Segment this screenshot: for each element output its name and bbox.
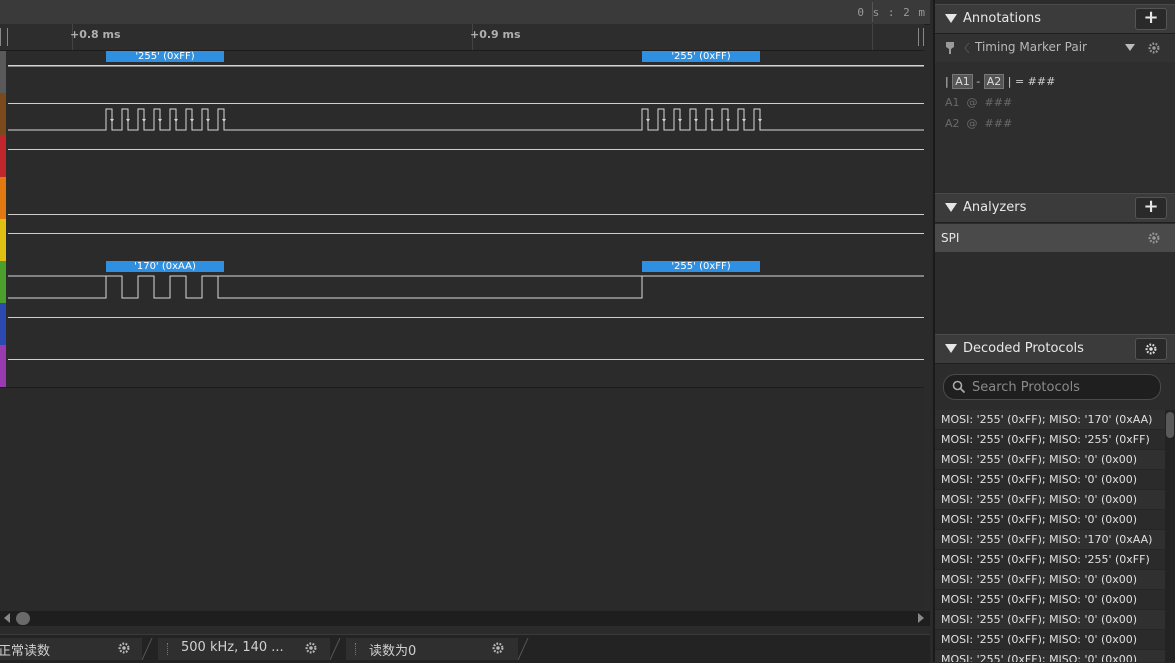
plus-icon: +: [1143, 196, 1159, 217]
collapse-icon[interactable]: [945, 203, 957, 212]
gear-icon: [1145, 343, 1157, 355]
a1-value: ###: [984, 96, 1013, 109]
gear-icon[interactable]: [1147, 41, 1161, 55]
scroll-thumb[interactable]: [16, 612, 30, 625]
decoded-protocols-list[interactable]: MOSI: '255' (0xFF); MISO: '170' (0xAA) MO…: [935, 410, 1165, 662]
grip: [167, 643, 169, 655]
protocol-row[interactable]: MOSI: '255' (0xFF); MISO: '0' (0x00): [935, 630, 1165, 650]
gear-icon[interactable]: [304, 641, 318, 655]
analyzer-label: SPI: [941, 231, 960, 245]
chevron-left-icon: [964, 42, 970, 54]
formula-minus: -: [976, 75, 981, 88]
search-box[interactable]: [943, 374, 1161, 400]
protocol-list-scrollbar[interactable]: [1165, 410, 1175, 662]
scroll-right-icon[interactable]: [918, 613, 924, 623]
analyzer-item-spi[interactable]: SPI: [935, 224, 1175, 252]
gear-icon[interactable]: [491, 641, 505, 655]
gear-icon[interactable]: [1147, 231, 1161, 245]
protocol-row[interactable]: MOSI: '255' (0xFF); MISO: '0' (0x00): [935, 570, 1165, 590]
pin-icon[interactable]: [945, 41, 955, 55]
right-panel: Annotations + Timing Marker Pair | A1 - …: [933, 0, 1175, 662]
protocol-row[interactable]: MOSI: '255' (0xFF); MISO: '0' (0x00): [935, 490, 1165, 510]
a2-at: @: [966, 117, 978, 130]
segment-divider: [518, 638, 536, 660]
protocol-row[interactable]: MOSI: '255' (0xFF); MISO: '0' (0x00): [935, 510, 1165, 530]
status-bar: 正常读数 500 kHz, 140 ... 读数为0: [0, 634, 930, 663]
decoded-protocols-title: Decoded Protocols: [963, 341, 1084, 356]
a1-at: @: [966, 96, 978, 109]
protocol-row[interactable]: MOSI: '255' (0xFF); MISO: '0' (0x00): [935, 590, 1165, 610]
protocol-row[interactable]: MOSI: '255' (0xFF); MISO: '0' (0x00): [935, 610, 1165, 630]
waveform-traces: [8, 65, 924, 299]
marker-a1-chip[interactable]: A1: [952, 74, 973, 89]
protocol-row[interactable]: MOSI: '255' (0xFF); MISO: '255' (0xFF): [935, 550, 1165, 570]
a2-value: ###: [984, 117, 1013, 130]
decoded-protocols-header[interactable]: Decoded Protocols: [935, 334, 1175, 364]
horizontal-scrollbar[interactable]: [0, 611, 930, 626]
empty-area: [0, 388, 924, 611]
marker-a2-chip[interactable]: A2: [983, 74, 1005, 89]
formula-bar: |: [945, 75, 949, 88]
protocol-row[interactable]: MOSI: '255' (0xFF); MISO: '255' (0xFF): [935, 430, 1165, 450]
annotation-body: | A1 - A2 | = ### A1 @ ### A2 @ ###: [935, 62, 1175, 192]
dropdown-icon[interactable]: [1125, 44, 1135, 51]
collapse-icon[interactable]: [945, 14, 957, 23]
grip: [355, 643, 357, 655]
analyzers-title: Analyzers: [963, 200, 1027, 215]
a2-label: A2: [945, 117, 960, 130]
protocol-row[interactable]: MOSI: '255' (0xFF); MISO: '0' (0x00): [935, 470, 1165, 490]
timing-marker-row[interactable]: Timing Marker Pair: [935, 34, 1175, 62]
marker-formula: | A1 - A2 | = ###: [945, 74, 1055, 89]
status-text-1: 正常读数: [0, 644, 51, 659]
marker-a1-row: A1 @ ###: [945, 96, 1012, 109]
scroll-thumb[interactable]: [1166, 412, 1174, 438]
protocol-row[interactable]: MOSI: '255' (0xFF); MISO: '170' (0xAA): [935, 530, 1165, 550]
protocol-row[interactable]: MOSI: '255' (0xFF); MISO: '170' (0xAA): [935, 410, 1165, 430]
annotations-header[interactable]: Annotations +: [935, 4, 1175, 34]
protocol-row[interactable]: MOSI: '255' (0xFF); MISO: '0' (0x00): [935, 450, 1165, 470]
protocol-row[interactable]: MOSI: '255' (0xFF); MISO: '0' (0x00): [935, 650, 1165, 662]
waveform-pane[interactable]: 0 s : 2 m +0.8 ms +0.9 ms '255' (0xFF) '…: [0, 0, 930, 663]
clock-edge-markers: [110, 119, 762, 122]
search-icon: [952, 380, 966, 394]
analyzers-header[interactable]: Analyzers +: [935, 193, 1175, 223]
status-text-2: 500 kHz, 140 ...: [181, 640, 284, 655]
add-analyzer-button[interactable]: +: [1135, 196, 1167, 219]
search-input[interactable]: [970, 377, 1154, 397]
plus-icon: +: [1143, 7, 1159, 28]
marker-a2-row: A2 @ ###: [945, 117, 1012, 130]
scroll-left-icon[interactable]: [4, 613, 10, 623]
status-text-3: 读数为0: [369, 644, 417, 659]
decoded-settings-button[interactable]: [1135, 338, 1167, 360]
collapse-icon[interactable]: [945, 344, 957, 353]
marker-label: Timing Marker Pair: [975, 40, 1087, 54]
miso-trace: [8, 275, 924, 299]
add-annotation-button[interactable]: +: [1135, 7, 1167, 30]
a1-label: A1: [945, 96, 960, 109]
annotations-title: Annotations: [963, 11, 1042, 26]
gear-icon[interactable]: [117, 641, 131, 655]
formula-result: | = ###: [1007, 75, 1056, 88]
